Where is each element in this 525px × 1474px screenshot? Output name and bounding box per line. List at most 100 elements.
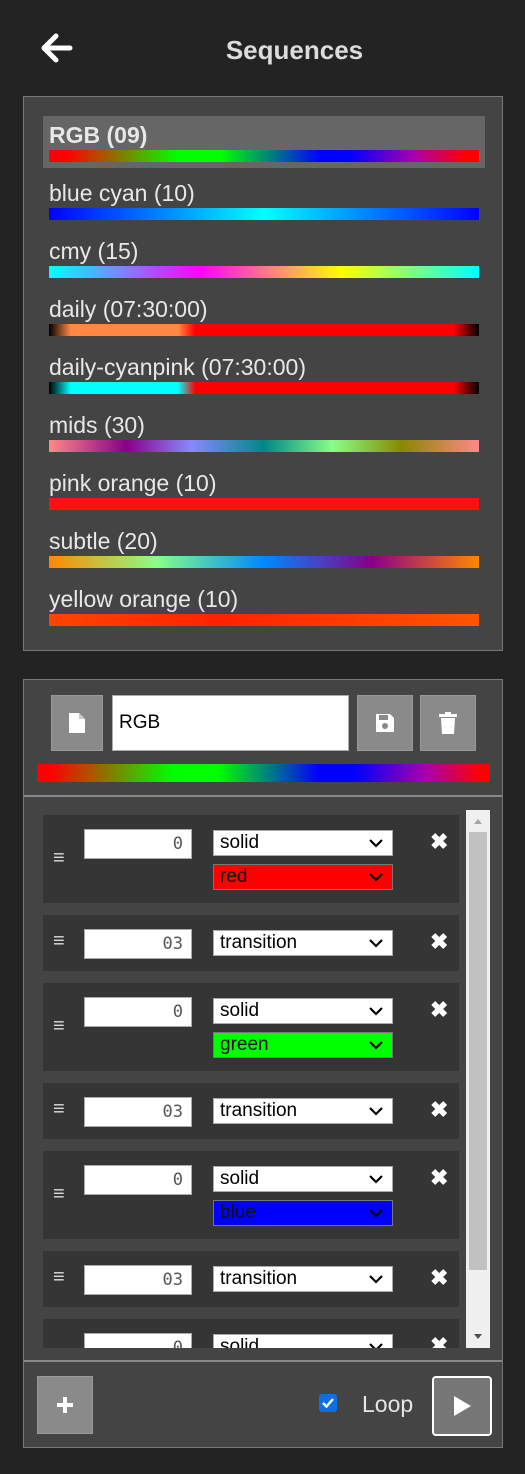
sequence-item[interactable]: subtle (20)	[43, 522, 485, 574]
drag-handle-icon[interactable]: ≡	[53, 1015, 65, 1038]
drag-handle-icon[interactable]: ≡	[53, 847, 65, 870]
sequence-preview-bar	[37, 764, 490, 782]
add-step-button[interactable]	[37, 1376, 93, 1434]
sequence-list: RGB (09) blue cyan (10) cmy (15) daily (…	[23, 96, 503, 651]
duration-input[interactable]: 0	[84, 997, 192, 1027]
color-value: red	[220, 866, 248, 887]
play-button[interactable]	[432, 1376, 492, 1436]
mode-select[interactable]: transition	[213, 930, 393, 956]
step-row: ≡ 0 solid ✖	[43, 1319, 459, 1348]
sequence-item[interactable]: RGB (09)	[43, 116, 485, 168]
duration-input[interactable]: 0	[84, 1333, 192, 1348]
gradient-preview	[49, 266, 479, 278]
chevron-down-icon	[369, 939, 383, 948]
gradient-preview	[49, 150, 479, 162]
sequence-item[interactable]: pink orange (10)	[43, 464, 485, 516]
mode-value: solid	[220, 1336, 260, 1348]
drag-handle-icon[interactable]: ≡	[53, 1183, 65, 1206]
duration-input[interactable]: 0	[84, 1165, 192, 1195]
duration-input[interactable]: 03	[84, 929, 192, 959]
mode-select[interactable]: transition	[213, 1266, 393, 1292]
remove-step-button[interactable]: ✖	[430, 1333, 448, 1348]
mode-value: transition	[220, 1100, 298, 1121]
sequence-label: mids (30)	[49, 412, 145, 438]
sequence-label: pink orange (10)	[49, 470, 217, 496]
delete-button[interactable]	[420, 695, 476, 751]
floppy-disk-icon	[376, 714, 394, 732]
sequence-item[interactable]: daily (07:30:00)	[43, 290, 485, 342]
close-icon: ✖	[430, 1097, 449, 1122]
chevron-down-icon	[369, 1275, 383, 1284]
remove-step-button[interactable]: ✖	[430, 1265, 448, 1291]
chevron-down-icon	[369, 873, 383, 882]
step-row: ≡ 0 solid green ✖	[43, 983, 459, 1071]
mode-select[interactable]: solid	[213, 998, 393, 1024]
mode-value: solid	[220, 1000, 260, 1021]
sequence-label: cmy (15)	[49, 238, 139, 264]
sequence-label: yellow orange (10)	[49, 586, 239, 612]
color-select[interactable]: green	[213, 1032, 393, 1058]
sequence-item[interactable]: cmy (15)	[43, 232, 485, 284]
color-select[interactable]: blue	[213, 1200, 393, 1226]
mode-value: transition	[220, 1268, 298, 1289]
remove-step-button[interactable]: ✖	[430, 929, 448, 955]
color-value: blue	[220, 1202, 256, 1223]
close-icon: ✖	[430, 1165, 449, 1190]
duration-input[interactable]: 0	[84, 829, 192, 859]
chevron-down-icon	[369, 839, 383, 848]
mode-select[interactable]: solid	[213, 830, 393, 856]
loop-label: Loop	[362, 1391, 414, 1417]
step-row: ≡ 03 transition ✖	[43, 1083, 459, 1139]
color-value: green	[220, 1034, 269, 1055]
header: Sequences	[0, 0, 525, 100]
sequence-label: daily (07:30:00)	[49, 296, 208, 322]
chevron-down-icon	[369, 1175, 383, 1184]
step-row: ≡ 0 solid blue ✖	[43, 1151, 459, 1239]
close-icon: ✖	[430, 1333, 449, 1348]
sequence-name-input[interactable]	[112, 695, 349, 751]
steps-list: ≡ 0 solid red ✖ ≡ 03 transition ✖ ≡ 0 so…	[43, 810, 460, 1348]
close-icon: ✖	[430, 997, 449, 1022]
remove-step-button[interactable]: ✖	[430, 1097, 448, 1123]
chevron-down-icon	[369, 1007, 383, 1016]
drag-handle-icon[interactable]: ≡	[53, 930, 65, 953]
remove-step-button[interactable]: ✖	[430, 997, 448, 1023]
gradient-preview	[49, 382, 479, 394]
sequence-label: RGB (09)	[49, 122, 148, 148]
trash-icon	[439, 712, 457, 734]
close-icon: ✖	[430, 1265, 449, 1290]
duration-input[interactable]: 03	[84, 1265, 192, 1295]
sequence-item[interactable]: yellow orange (10)	[43, 580, 485, 632]
steps-scrollbar[interactable]	[466, 810, 490, 1348]
sequence-label: subtle (20)	[49, 528, 158, 554]
check-icon	[322, 1398, 334, 1409]
mode-select[interactable]: solid	[213, 1334, 393, 1348]
color-select[interactable]: red	[213, 864, 393, 890]
sequence-item[interactable]: blue cyan (10)	[43, 174, 485, 226]
sequence-item[interactable]: daily-cyanpink (07:30:00)	[43, 348, 485, 400]
loop-checkbox[interactable]	[319, 1394, 337, 1412]
sequence-item[interactable]: mids (30)	[43, 406, 485, 458]
mode-value: solid	[220, 832, 260, 853]
scroll-down-icon[interactable]	[466, 1326, 490, 1348]
drag-handle-icon[interactable]: ≡	[53, 1098, 65, 1121]
mode-select[interactable]: solid	[213, 1166, 393, 1192]
step-row: ≡ 03 transition ✖	[43, 915, 459, 971]
file-icon	[69, 713, 85, 733]
remove-step-button[interactable]: ✖	[430, 1165, 448, 1191]
duration-input[interactable]: 03	[84, 1097, 192, 1127]
new-button[interactable]	[51, 695, 103, 751]
chevron-down-icon	[369, 1209, 383, 1218]
remove-step-button[interactable]: ✖	[430, 829, 448, 855]
mode-value: transition	[220, 932, 298, 953]
mode-select[interactable]: transition	[213, 1098, 393, 1124]
mode-value: solid	[220, 1168, 260, 1189]
gradient-preview	[49, 614, 479, 626]
step-row: ≡ 03 transition ✖	[43, 1251, 459, 1307]
scroll-up-icon[interactable]	[466, 810, 490, 832]
save-button[interactable]	[357, 695, 413, 751]
close-icon: ✖	[430, 929, 449, 954]
scrollbar-thumb[interactable]	[469, 832, 487, 1270]
chevron-down-icon	[369, 1041, 383, 1050]
drag-handle-icon[interactable]: ≡	[53, 1266, 65, 1289]
